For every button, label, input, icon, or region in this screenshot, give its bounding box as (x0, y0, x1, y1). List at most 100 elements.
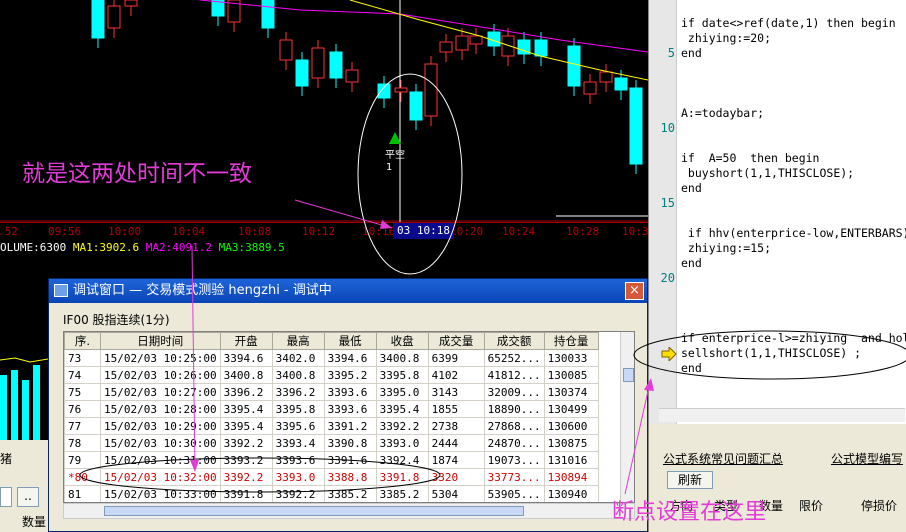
signal-count: 1 (386, 162, 393, 173)
table-cell: 3143 (427, 383, 485, 401)
grid-column-header[interactable]: 最高 (271, 332, 325, 350)
table-cell: 15/02/03 10:25:00 (100, 349, 221, 367)
time-tick: 10:00 (108, 225, 142, 238)
table-row[interactable]: 75 15/02/03 10:27:00 3396.2 3396.2 3393.6 339… (64, 383, 599, 401)
line-number: 5 (667, 46, 675, 60)
debug-window: 调试窗口 — 交易模式测验 hengzhi - 调试中 × IF00 股指连续(… (48, 278, 648, 532)
grid-horizontal-scrollbar[interactable] (63, 503, 635, 519)
ma3-label: MA3:3889.5 (218, 241, 285, 254)
table-row[interactable]: 78 15/02/03 10:30:00 3392.2 3393.4 3390.8 339… (64, 434, 599, 452)
ma1-label: MA1:3902.6 (72, 241, 140, 254)
table-cell: 3392.2 (271, 485, 325, 502)
line-number: 15 (660, 196, 675, 210)
table-cell: 2738 (427, 417, 485, 435)
table-cell: 130894 (543, 468, 599, 486)
table-cell: 3394.6 (219, 349, 273, 367)
left-panel-input[interactable] (0, 487, 12, 507)
refresh-button[interactable]: 刷新 (667, 471, 713, 489)
time-tick: 10:32 (622, 225, 648, 238)
browse-button[interactable]: .. (17, 487, 39, 507)
editor-scrollbar[interactable] (659, 408, 905, 422)
grid-column-header[interactable]: 最低 (323, 332, 377, 350)
table-cell: 130033 (543, 349, 599, 367)
table-cell: 15/02/03 10:30:00 (100, 434, 221, 452)
table-cell: 3395.4 (219, 417, 273, 435)
debug-window-title: 调试窗口 — 交易模式测验 hengzhi - 调试中 (73, 283, 332, 298)
model-writing-link[interactable]: 公式模型编写 (831, 450, 903, 467)
table-cell: 3392.4 (375, 451, 429, 469)
table-cell: 78 (64, 434, 101, 452)
bar-data-grid[interactable]: 序. 日期时间 开盘 最高 最低 收盘 成交量 成交额 持仓量 73 15/02/03 10:25… (63, 331, 635, 503)
table-cell: 3385.2 (375, 485, 429, 502)
table-cell: 32009... (483, 383, 545, 401)
table-row[interactable]: 73 15/02/03 10:25:00 3394.6 3402.0 3394.6 340… (64, 349, 599, 367)
table-row[interactable]: 81 15/02/03 10:33:00 3391.8 3392.2 3385.2 338… (64, 485, 599, 502)
table-cell: 3402.0 (271, 349, 325, 367)
debug-window-titlebar[interactable]: 调试窗口 — 交易模式测验 hengzhi - 调试中 × (49, 279, 647, 303)
scroll-thumb[interactable] (104, 506, 524, 516)
table-cell: 5304 (427, 485, 485, 502)
left-side-panel: 猪 .. 数量 (0, 440, 48, 532)
table-row[interactable]: 76 15/02/03 10:28:00 3395.4 3395.8 3393.6 339… (64, 400, 599, 418)
code-line: buyshort(1,1,THISCLOSE); (681, 166, 855, 180)
table-cell: 3385.2 (323, 485, 377, 502)
table-cell: 15/02/03 10:33:00 (100, 485, 221, 502)
code-line: if A=50 then begin (681, 151, 820, 165)
breakpoint-arrow-icon[interactable] (661, 347, 677, 361)
grid-column-header[interactable]: 成交量 (427, 332, 485, 350)
time-tick: 10:12 (302, 225, 336, 238)
grid-vertical-scrollbar[interactable] (620, 332, 634, 502)
table-cell: 131016 (543, 451, 599, 469)
time-tick: 10:28 (566, 225, 600, 238)
table-cell: 3395.6 (271, 417, 325, 435)
table-cell: 3393.0 (375, 434, 429, 452)
table-cell: 65252... (483, 349, 545, 367)
table-cell: 3393.4 (271, 434, 325, 452)
table-cell: 3395.4 (219, 400, 273, 418)
table-cell: 3391.8 (375, 468, 429, 486)
table-row[interactable]: 77 15/02/03 10:29:00 3395.4 3395.6 3391.2 339… (64, 417, 599, 435)
grid-column-header[interactable]: 持仓量 (543, 332, 599, 350)
scroll-thumb[interactable] (623, 368, 634, 382)
table-cell: 130374 (543, 383, 599, 401)
table-row[interactable]: *80 15/02/03 10:32:00 3392.2 3393.0 3388.8 33… (64, 468, 599, 486)
grid-column-header[interactable]: 序. (64, 332, 101, 350)
column-header-limit-price[interactable]: 限价 (799, 496, 823, 516)
grid-column-header[interactable]: 日期时间 (100, 332, 221, 350)
table-cell: 3320 (427, 468, 485, 486)
table-cell: 24870... (483, 434, 545, 452)
time-tick: 10:20 (450, 225, 484, 238)
table-cell: 77 (64, 417, 101, 435)
grid-column-header[interactable]: 开盘 (219, 332, 273, 350)
table-cell: 3391.2 (323, 417, 377, 435)
grid-column-header[interactable]: 成交额 (483, 332, 545, 350)
volume-plot (0, 357, 48, 440)
line-number-gutter[interactable]: 5 10 15 20 (649, 0, 677, 424)
table-row[interactable]: 74 15/02/03 10:26:00 3400.8 3400.8 3395.2 339… (64, 366, 599, 384)
breakpoint-annotation: 断点设置在这里 (612, 500, 767, 525)
cursor-time-label: 03 10:18 (393, 223, 454, 239)
grid-column-header[interactable]: 收盘 (375, 332, 429, 350)
table-cell: 3388.8 (323, 468, 377, 486)
table-row[interactable]: 79 15/02/03 10:31:00 3393.2 3393.6 3391.6 339… (64, 451, 599, 469)
window-icon (54, 284, 68, 297)
table-cell: 53905... (483, 485, 545, 502)
quantity-label: 数量 (22, 515, 47, 529)
code-line: end (681, 181, 702, 195)
column-header-stop-price[interactable]: 停损价 (861, 496, 897, 516)
table-cell: 3392.2 (375, 417, 429, 435)
faq-link[interactable]: 公式系统常见问题汇总 (663, 450, 783, 467)
table-cell: 27868... (483, 417, 545, 435)
code-line: if date<>ref(date,1) then begin (681, 16, 896, 30)
table-cell: 130499 (543, 400, 599, 418)
formula-editor[interactable]: 5 10 15 20 if date<>ref(date,1) then beg… (648, 0, 906, 424)
close-icon[interactable]: × (625, 282, 644, 300)
candlestick-plot (0, 0, 648, 222)
line-number: 10 (660, 121, 675, 135)
table-cell: 3400.8 (219, 366, 273, 384)
table-cell: 18890... (483, 400, 545, 418)
table-cell: 3392.2 (219, 468, 273, 486)
time-tick: 10:24 (502, 225, 536, 238)
table-cell: 73 (64, 349, 101, 367)
bar-data-table: 序. 日期时间 开盘 最高 最低 收盘 成交量 成交额 持仓量 73 15/02/03 10:25… (64, 332, 599, 502)
